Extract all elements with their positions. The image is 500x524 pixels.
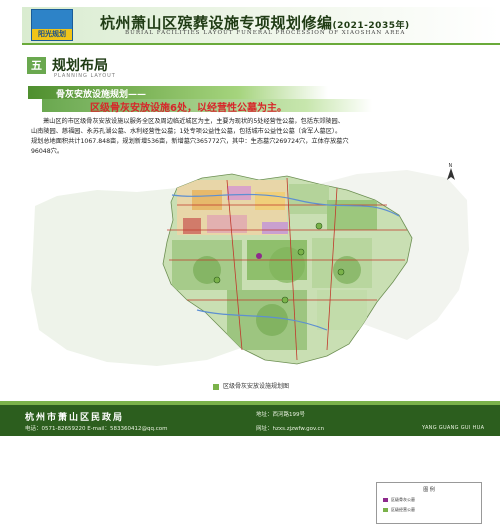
logo-text: 阳光规划 [38,30,66,38]
legend-swatch [383,498,388,502]
page: 阳光规划 杭州萧山区殡葬设施专项规划修编(2021-2035年) BURIAL … [0,0,500,524]
legend-swatch [383,508,388,512]
section-title: 规划布局 [52,58,108,74]
footer: 杭州市萧山区民政局 地址：西河路199号 电话：0571-82659220 E-… [0,405,500,436]
footer-address: 地址：西河路199号 [256,412,305,418]
footer-contact: 电话：0571-82659220 E-mail：583360412@qq.com [25,426,168,432]
paragraph-line-3: 规划总地面积共计1067.848亩，规划新增536亩，新增墓穴365772穴，其… [31,138,349,145]
facility-marker [337,268,345,276]
logo: 阳光规划 [31,9,73,41]
facility-marker [315,222,323,230]
paragraph-line-1: 萧山区的市区级骨灰安放设施以服务全区及周边临近城区为主，主要为现状的5处经营性公… [43,118,344,125]
paragraph-line-4: 96048穴。 [31,148,64,155]
section-subtitle: PLANNING LAYOUT [54,73,116,79]
north-arrow-icon: N [447,163,455,180]
map-legend: 图 例 区级骨灰公墓 区级经营公墓 [376,482,482,524]
paragraph-line-2: 山南陵园、慈福园、永苏孔湖公墓、水利经营性公墓；1处专项公益性公墓，包括城市公益… [31,128,342,135]
facility-marker [256,253,262,259]
footer-org: 杭州市萧山区民政局 [25,413,125,423]
legend-item: 区级经营公墓 [383,507,415,513]
section-number: 五 [27,57,46,74]
map-graphic: N [31,163,469,366]
caption-text: 区级骨灰安放设施规划图 [223,383,290,390]
legend-item: 区级骨灰公墓 [383,497,415,503]
caption-square-icon [213,383,219,390]
planning-map: N 图 例 区级骨灰公墓 区级经营公墓 [27,160,482,524]
footer-website: 网址：hzxs.zjzwfw.gov.cn [256,426,325,432]
legend-label: 区级骨灰公墓 [391,497,415,502]
legend-title: 图 例 [423,487,435,493]
legend-label: 区级经营公墓 [391,507,415,512]
svg-text:N: N [449,163,453,169]
facility-marker [213,276,221,284]
footer-brand: YANG GUANG GUI HUA [422,425,485,431]
description-paragraph: 萧山区的市区级骨灰安放设施以服务全区及周边临近城区为主，主要为现状的5处经营性公… [31,117,477,157]
map-caption: 区级骨灰安放设施规划图 [213,381,289,390]
page-subtitle: BURIAL FACILITIES LAYOUT FUNERAL PROCESS… [125,30,406,36]
banner-highlight: 区级骨灰安放设施6处，以经营性公墓为主。 [90,103,287,114]
facility-marker [281,296,289,304]
header: 阳光规划 杭州萧山区殡葬设施专项规划修编(2021-2035年) BURIAL … [0,0,500,45]
facility-marker [297,248,305,256]
heading-banner: 骨灰安放设施规划—— 区级骨灰安放设施6处，以经营性公墓为主。 [28,86,488,114]
